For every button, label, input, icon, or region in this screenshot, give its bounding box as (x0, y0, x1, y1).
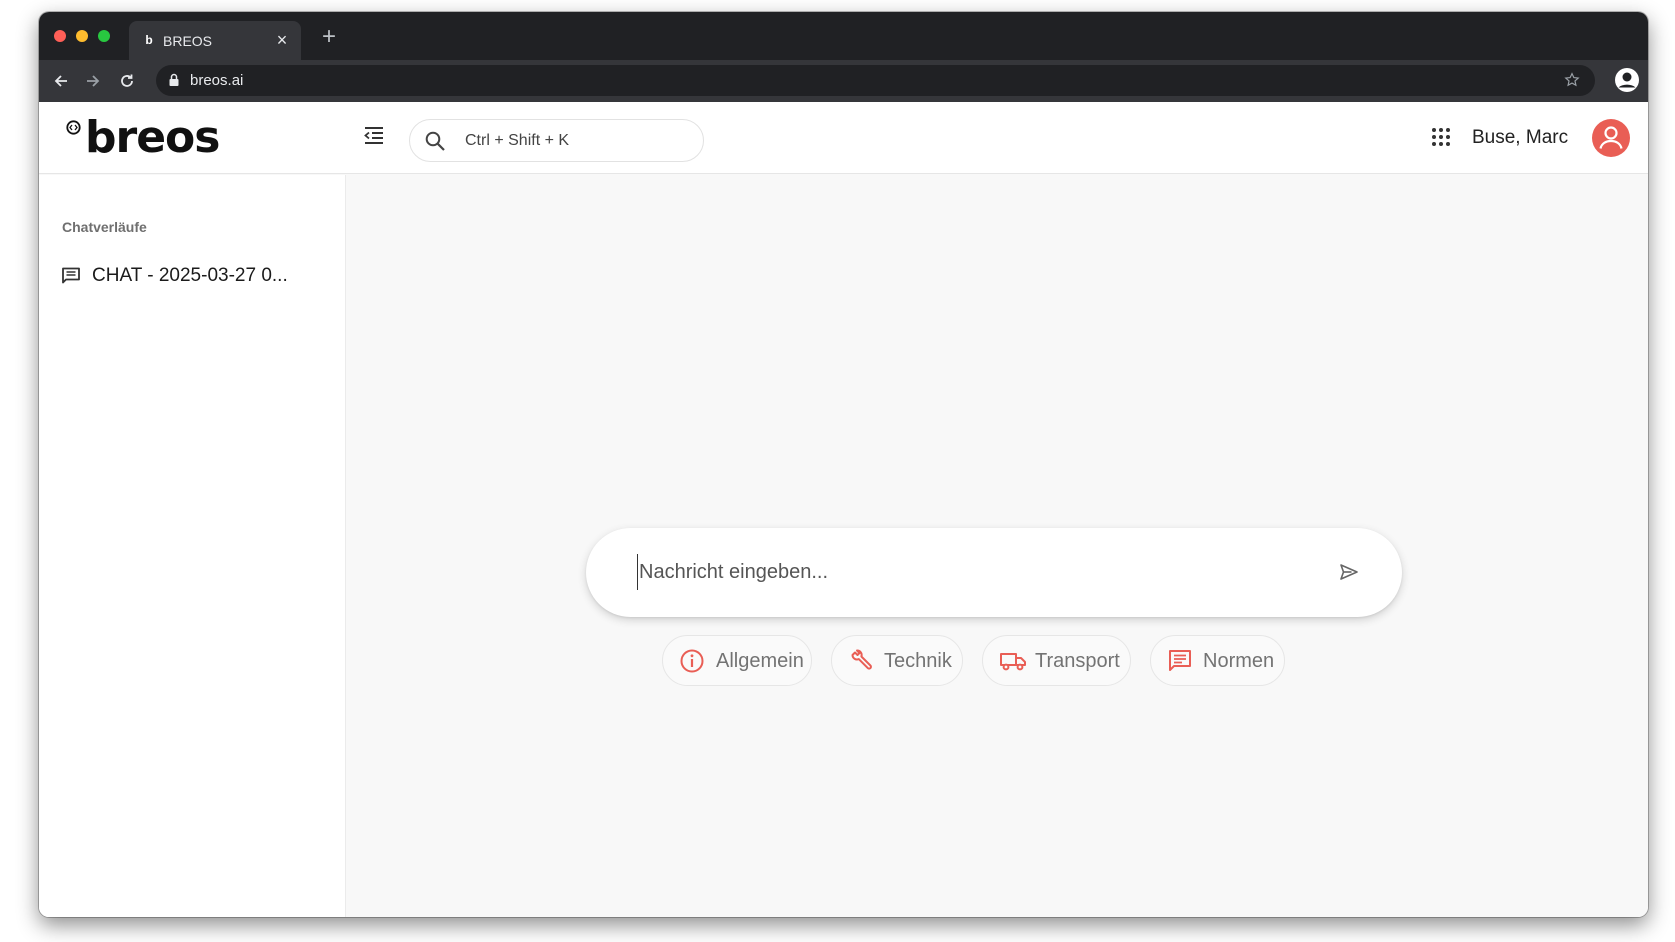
collapse-sidebar-icon[interactable] (363, 125, 385, 147)
document-icon (1169, 650, 1191, 671)
user-icon (1599, 126, 1623, 149)
search-icon (425, 131, 445, 151)
tab-strip: b BREOS × + (39, 12, 1648, 60)
category-chip-allgemein[interactable]: Allgemein (662, 635, 812, 686)
sidebar: Chatverläufe CHAT - 2025-03-27 0... (39, 175, 346, 917)
apps-grid-icon[interactable] (1430, 126, 1452, 148)
browser-window: b BREOS × + breos.ai breos Ctrl + Shift … (39, 12, 1648, 917)
avatar[interactable] (1592, 119, 1630, 157)
info-icon (680, 649, 704, 673)
close-window-button[interactable] (54, 30, 66, 42)
category-chip-technik[interactable]: Technik (831, 635, 963, 686)
back-button[interactable] (47, 67, 75, 95)
app-header: breos Buse, Marc (39, 102, 1648, 174)
message-composer (586, 528, 1402, 617)
chip-label: Normen (1203, 650, 1275, 672)
wrench-icon (851, 649, 872, 670)
category-chip-normen[interactable]: Normen (1150, 635, 1285, 686)
search-input[interactable] (463, 120, 693, 161)
truck-icon (1000, 653, 1026, 671)
chip-label: Transport (1035, 650, 1120, 672)
message-input[interactable] (637, 554, 1317, 590)
logo-text: breos (85, 112, 220, 163)
bookmark-star-icon[interactable] (1563, 71, 1581, 89)
logo-mark-icon (66, 120, 81, 135)
chip-label: Technik (884, 650, 952, 672)
arrow-left-icon (54, 75, 67, 87)
send-icon[interactable] (1338, 561, 1360, 583)
reload-button[interactable] (113, 67, 141, 95)
search-box[interactable] (409, 119, 704, 162)
sidebar-heading: Chatverläufe (62, 219, 147, 235)
maximize-window-button[interactable] (98, 30, 110, 42)
address-bar[interactable]: breos.ai (156, 65, 1595, 96)
arrow-right-icon (87, 75, 100, 87)
reload-icon (121, 74, 133, 87)
profile-icon[interactable] (1613, 66, 1641, 94)
browser-tab[interactable]: b BREOS × (129, 21, 301, 60)
sidebar-chat-item[interactable]: CHAT - 2025-03-27 0... (57, 259, 332, 293)
chat-item-label: CHAT - 2025-03-27 0... (92, 265, 288, 286)
lock-icon (169, 73, 179, 86)
chat-icon (62, 267, 80, 284)
url-text: breos.ai (190, 72, 244, 89)
app: breos Buse, Marc (39, 102, 1648, 917)
favicon-icon: b (145, 33, 153, 47)
new-tab-button[interactable]: + (315, 24, 343, 52)
chip-label: Allgemein (716, 650, 804, 672)
main-area: Allgemein Technik Transport (347, 175, 1648, 917)
minimize-window-button[interactable] (76, 30, 88, 42)
browser-toolbar: breos.ai (39, 60, 1648, 102)
category-chip-transport[interactable]: Transport (982, 635, 1131, 686)
tab-close-button[interactable]: × (271, 29, 293, 51)
user-name[interactable]: Buse, Marc (1472, 126, 1568, 150)
forward-button[interactable] (79, 67, 107, 95)
tab-title: BREOS (163, 33, 213, 49)
